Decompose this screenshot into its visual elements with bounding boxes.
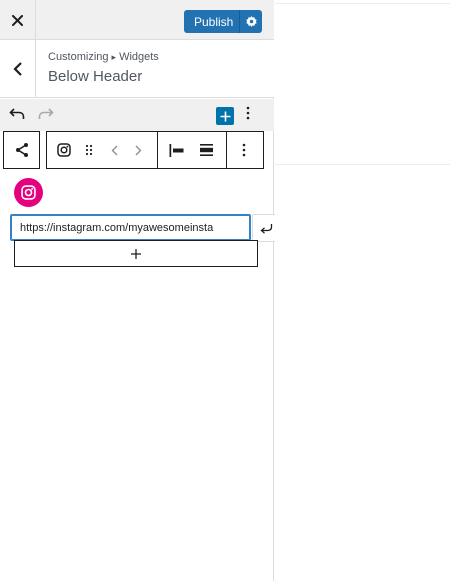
chevron-left-icon bbox=[12, 62, 22, 76]
back-button[interactable] bbox=[0, 40, 36, 98]
customizer-sidebar: Publish Customizing ▸ Widgets Below Header bbox=[0, 0, 281, 581]
triangle-right-icon: ▸ bbox=[111, 52, 117, 62]
toolbar-divider bbox=[226, 132, 227, 168]
breadcrumb-root: Customizing bbox=[48, 51, 109, 63]
align-center-icon bbox=[199, 144, 213, 156]
move-left-button[interactable] bbox=[107, 132, 121, 168]
preview-divider bbox=[275, 164, 450, 165]
plus-icon bbox=[131, 248, 141, 259]
breadcrumb: Customizing ▸ Widgets bbox=[48, 51, 159, 63]
preview-divider bbox=[275, 3, 450, 4]
options-button[interactable] bbox=[246, 106, 250, 125]
justify-left-icon bbox=[169, 143, 183, 157]
chevron-right-icon bbox=[135, 145, 141, 155]
instagram-icon bbox=[57, 143, 71, 157]
justification-button[interactable] bbox=[165, 132, 187, 168]
close-button[interactable] bbox=[0, 0, 36, 40]
redo-icon bbox=[38, 108, 54, 119]
block-type-button[interactable] bbox=[53, 132, 75, 168]
editor-toolbar bbox=[0, 99, 274, 131]
redo-button[interactable] bbox=[38, 107, 54, 125]
add-block-button[interactable] bbox=[216, 107, 234, 125]
chevron-left-icon bbox=[111, 145, 117, 155]
site-preview bbox=[275, 0, 450, 581]
block-options-button[interactable] bbox=[233, 132, 255, 168]
plus-icon bbox=[220, 111, 230, 121]
section-header: Customizing ▸ Widgets Below Header bbox=[0, 40, 274, 98]
instagram-icon bbox=[21, 185, 36, 200]
close-icon bbox=[12, 14, 23, 26]
publish-button-label: Publish bbox=[194, 14, 234, 29]
move-right-button[interactable] bbox=[131, 132, 145, 168]
customizer-header: Publish bbox=[0, 0, 274, 40]
block-align-button[interactable] bbox=[195, 132, 217, 168]
drag-handle[interactable] bbox=[81, 132, 97, 168]
publish-settings-button[interactable] bbox=[240, 16, 262, 27]
drag-handle-icon bbox=[85, 144, 93, 156]
undo-icon bbox=[9, 108, 25, 119]
toolbar-divider bbox=[157, 132, 158, 168]
add-social-icon-button[interactable] bbox=[14, 240, 258, 267]
more-vertical-icon bbox=[246, 106, 250, 120]
select-parent-block-button[interactable] bbox=[3, 131, 40, 169]
gear-icon bbox=[245, 16, 257, 27]
block-toolbar bbox=[46, 131, 264, 169]
url-input[interactable] bbox=[10, 214, 251, 241]
enter-icon bbox=[260, 223, 273, 234]
instagram-social-link[interactable] bbox=[14, 178, 43, 207]
share-icon bbox=[15, 143, 28, 157]
undo-button[interactable] bbox=[9, 107, 25, 125]
more-vertical-icon bbox=[242, 143, 246, 157]
publish-button[interactable]: Publish bbox=[184, 10, 262, 33]
breadcrumb-current: Widgets bbox=[119, 51, 159, 63]
page-title: Below Header bbox=[48, 68, 143, 85]
